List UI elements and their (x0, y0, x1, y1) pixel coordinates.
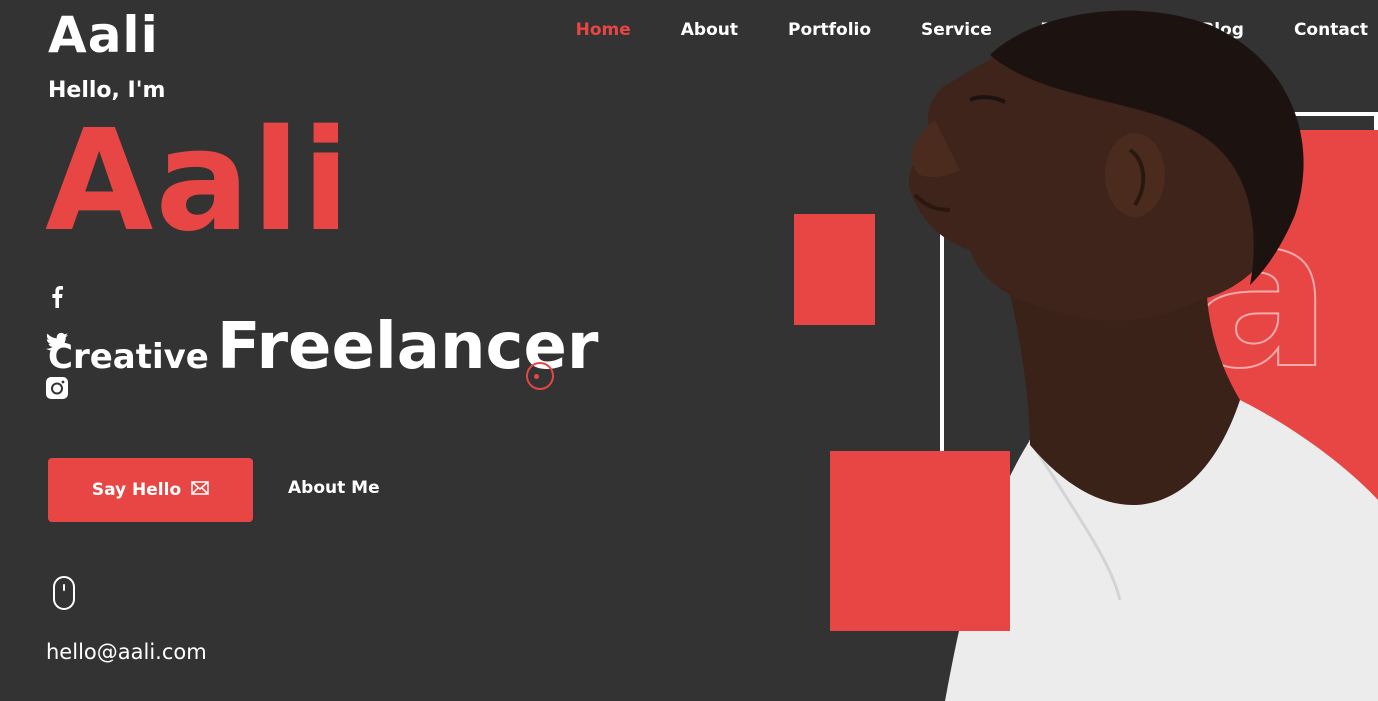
about-me-link[interactable]: About Me (288, 478, 380, 498)
nav-about[interactable]: About (656, 20, 763, 40)
contact-email[interactable]: hello@aali.com (46, 640, 207, 664)
site-logo[interactable]: Aali (48, 6, 159, 64)
facebook-icon[interactable] (46, 286, 68, 308)
envelope-icon (191, 480, 209, 500)
cursor-indicator (526, 362, 554, 390)
hero-role: Creative Freelancer (48, 310, 598, 384)
scroll-mouse-icon[interactable] (53, 576, 75, 610)
red-square-large (830, 451, 1010, 631)
red-square-small (794, 214, 875, 325)
say-hello-label: Say Hello (91, 480, 182, 500)
hero-name: Aali (45, 100, 352, 263)
role-prefix: Creative (48, 337, 209, 377)
say-hello-button[interactable]: Say Hello (48, 458, 253, 522)
nav-portfolio[interactable]: Portfolio (763, 20, 896, 40)
nav-home[interactable]: Home (551, 20, 656, 40)
